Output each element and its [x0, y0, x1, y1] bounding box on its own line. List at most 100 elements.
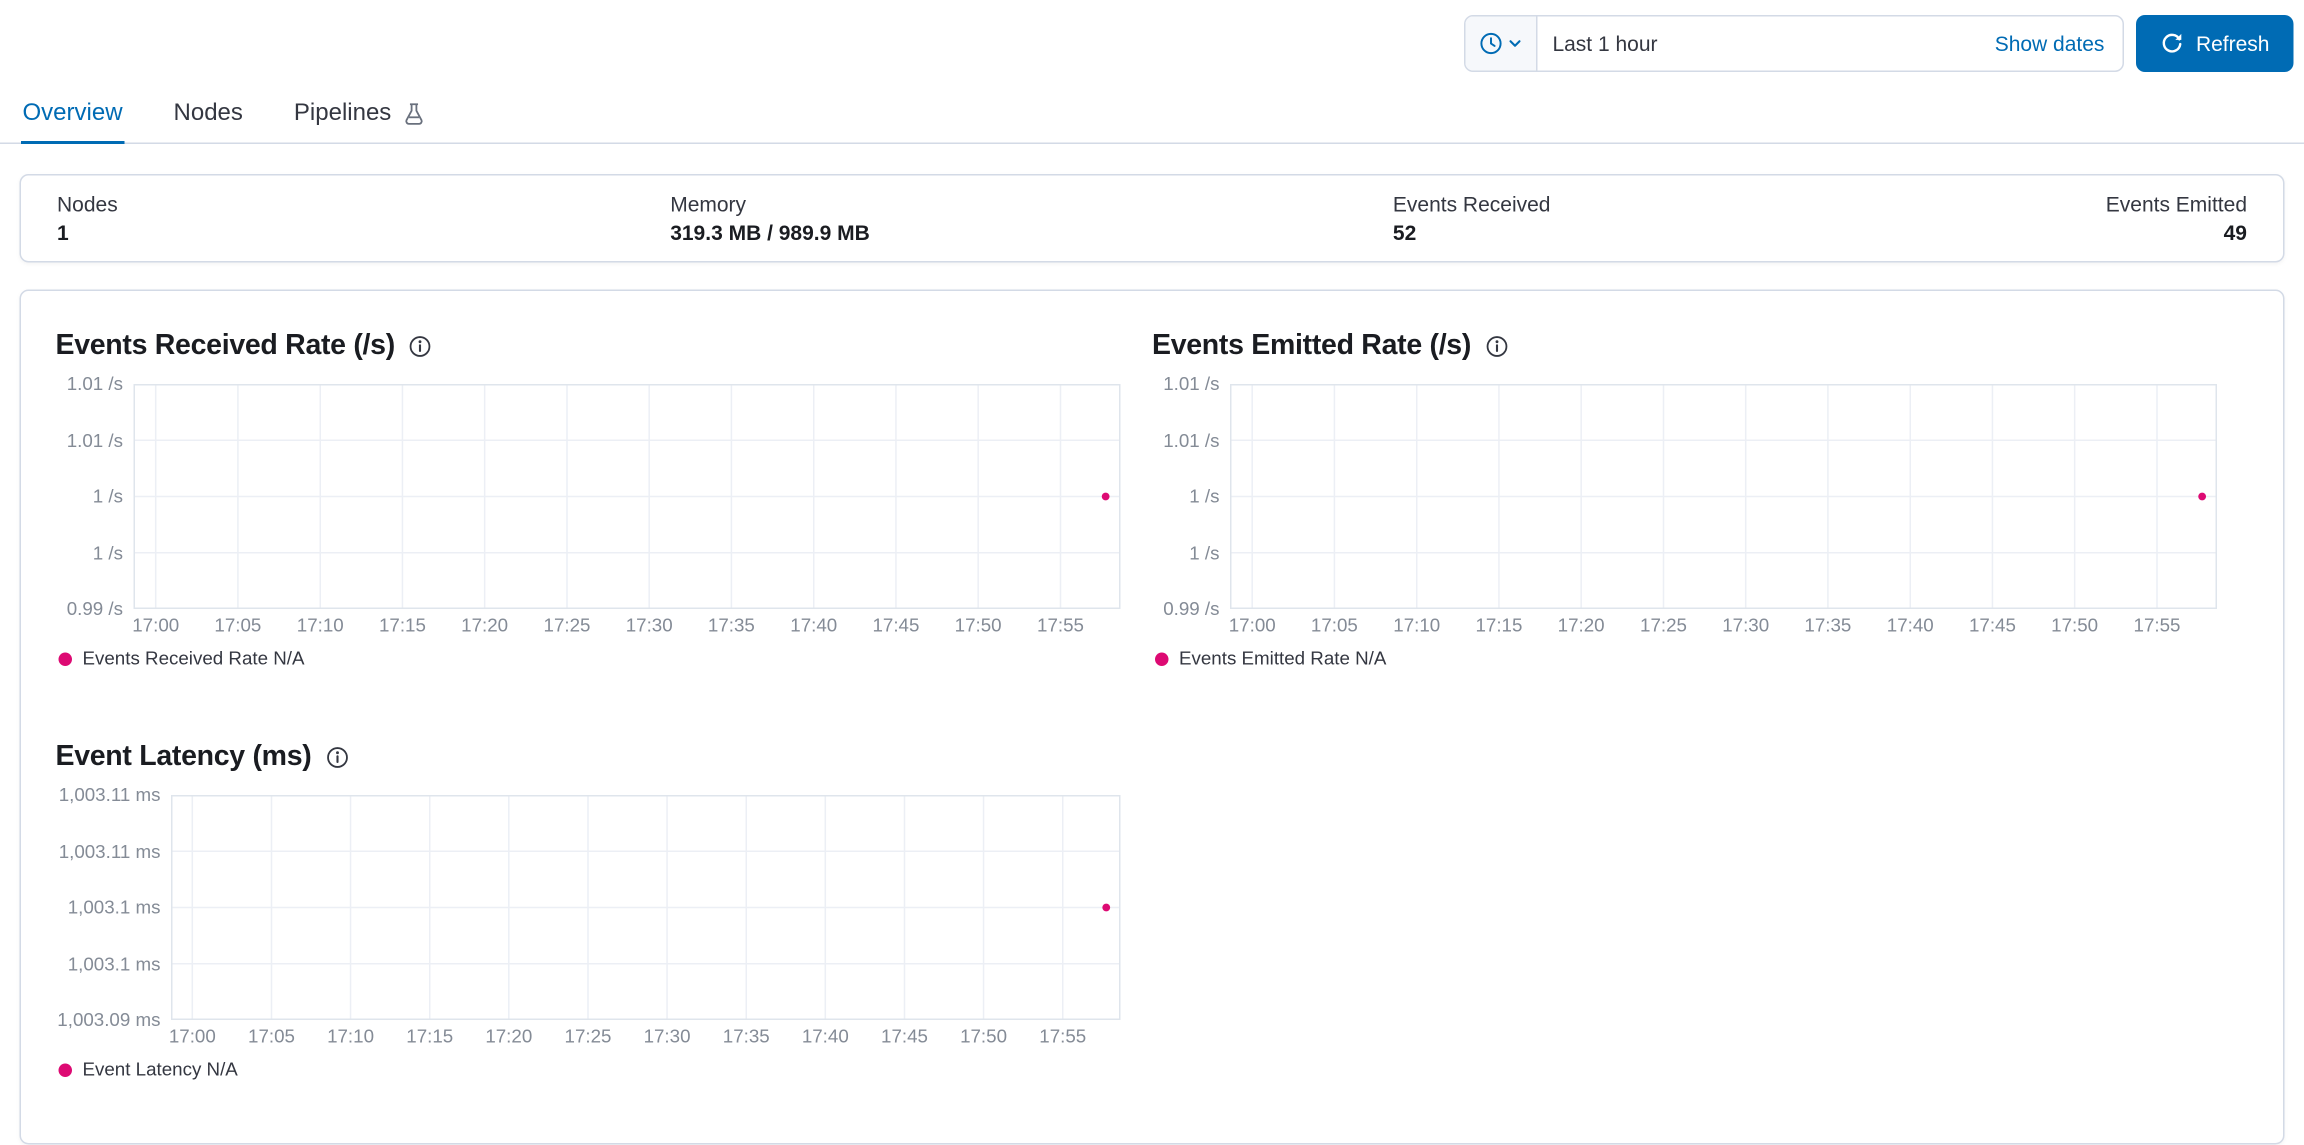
x-axis-label: 17:00 [132, 615, 180, 636]
x-axis-label: 17:05 [248, 1026, 295, 1047]
beaker-icon [402, 102, 426, 126]
chart-header: Event Latency (ms) [56, 741, 1153, 774]
x-axis-label: 17:10 [327, 1026, 374, 1047]
tab-nodes[interactable]: Nodes [172, 90, 244, 144]
x-axis-label: 17:40 [801, 1026, 849, 1047]
x-axis-label: 17:05 [1310, 615, 1358, 636]
x-axis-label: 17:40 [1886, 615, 1934, 636]
x-axis-label: 17:30 [643, 1026, 691, 1047]
logstash-overview-page: Last 1 hour Show dates Refresh Overview … [0, 0, 2304, 1145]
data-point [1102, 903, 1111, 912]
plot-area [1230, 384, 2217, 609]
chart-body: 1,003.11 ms 1,003.11 ms 1,003.1 ms 1,003.1 … [56, 785, 1153, 1050]
data-point [2198, 492, 2207, 501]
chart-header: Events Received Rate (/s) [56, 330, 1153, 363]
chart-event-latency: Event Latency (ms) 1,003.11 ms 1,003.11 m… [56, 741, 1153, 1107]
x-axis-label: 17:35 [722, 1026, 770, 1047]
query-bar: Last 1 hour Show dates Refresh [0, 0, 2304, 72]
x-axis-label: 17:25 [564, 1026, 612, 1047]
chevron-down-icon [1507, 36, 1522, 51]
x-axis-label: 17:50 [2051, 615, 2099, 636]
x-axis-label: 17:35 [1804, 615, 1852, 636]
plot-area [133, 384, 1121, 609]
y-axis-label: 1,003.11 ms [58, 840, 161, 862]
refresh-icon [2160, 32, 2184, 56]
x-axis-label: 17:25 [543, 615, 591, 636]
plot-wrap: 17:00 17:05 17:10 17:15 17:20 17:25 17:30 17:35… [1229, 384, 2217, 639]
info-icon[interactable] [325, 746, 349, 770]
x-axis-label: 17:20 [461, 615, 509, 636]
tab-overview[interactable]: Overview [21, 90, 125, 144]
x-axis-label: 17:30 [1722, 615, 1770, 636]
y-axis-label: 1,003.1 ms [67, 953, 161, 975]
refresh-button-label: Refresh [2195, 31, 2270, 56]
date-range-value[interactable]: Last 1 hour [1537, 32, 1976, 56]
stat-label: Nodes [57, 192, 118, 216]
show-dates-button[interactable]: Show dates [1977, 32, 2123, 56]
x-axis-label: 17:55 [1039, 1026, 1087, 1047]
x-axis: 17:00 17:05 17:10 17:15 17:20 17:25 17:30 17:35… [1229, 609, 2217, 639]
stat-memory: Memory 319.3 MB / 989.9 MB [670, 192, 1393, 245]
stat-label: Memory [670, 192, 747, 216]
chart-title: Event Latency (ms) [55, 741, 312, 773]
x-axis: 17:00 17:05 17:10 17:15 17:20 17:25 17:30 17:35… [169, 1020, 1121, 1050]
y-axis-label: 1 /s [92, 542, 123, 564]
chart-body: 1.01 /s 1.01 /s 1 /s 1 /s 0.99 /s 17:00 17:05… [1152, 374, 2249, 639]
data-point [1101, 492, 1110, 501]
x-axis-label: 17:45 [1968, 615, 2016, 636]
x-axis-label: 17:50 [954, 615, 1002, 636]
stat-events-emitted: Events Emitted 49 [2106, 192, 2247, 245]
legend[interactable]: Event Latency N/A [58, 1059, 1153, 1080]
x-axis-label: 17:50 [960, 1026, 1007, 1047]
super-date-picker: Last 1 hour Show dates [1463, 15, 2124, 72]
stat-nodes: Nodes 1 [57, 192, 670, 245]
y-axis-label: 1.01 /s [66, 373, 123, 395]
legend-label: Events Emitted Rate N/A [1179, 648, 1387, 669]
x-axis-label: 17:45 [881, 1026, 928, 1047]
date-quick-select-button[interactable] [1465, 16, 1538, 71]
y-axis-label: 1,003.1 ms [67, 897, 161, 918]
x-axis-label: 17:15 [378, 615, 426, 636]
stat-label: Events Emitted [2105, 192, 2247, 216]
chart-events-emitted-rate: Events Emitted Rate (/s) 1.01 /s 1.01 /s 1… [1152, 330, 2249, 696]
charts-panel: Events Received Rate (/s) 1.01 /s 1.01 /s… [19, 289, 2285, 1145]
legend-label: Event Latency N/A [82, 1059, 238, 1080]
x-axis-label: 17:15 [406, 1026, 454, 1047]
legend-label: Events Received Rate N/A [82, 648, 305, 669]
y-axis-label: 1 /s [1189, 486, 1220, 507]
stat-label: Events Received [1392, 192, 1551, 216]
legend-dot-icon [58, 1062, 72, 1077]
y-axis-label: 1.01 /s [66, 429, 123, 451]
y-axis-label: 1 /s [1189, 542, 1220, 564]
legend[interactable]: Events Emitted Rate N/A [1155, 648, 2249, 669]
x-axis-label: 17:05 [214, 615, 262, 636]
info-icon[interactable] [1485, 335, 1509, 359]
plot-wrap: 17:00 17:05 17:10 17:15 17:20 17:25 17:30 17:35… [169, 795, 1121, 1050]
stat-value: 1 [57, 220, 69, 245]
plot-area [171, 795, 1121, 1020]
plot-wrap: 17:00 17:05 17:10 17:15 17:20 17:25 17:30 17:35… [132, 384, 1121, 639]
cluster-stats-panel: Nodes 1 Memory 319.3 MB / 989.9 MB Event… [19, 174, 2285, 263]
y-axis-label: 1.01 /s [1163, 429, 1220, 451]
x-axis-label: 17:10 [296, 615, 344, 636]
tab-pipelines[interactable]: Pipelines [292, 90, 427, 144]
y-axis: 1.01 /s 1.01 /s 1 /s 1 /s 0.99 /s [1152, 374, 1230, 620]
x-axis-label: 17:20 [1557, 615, 1605, 636]
legend[interactable]: Events Received Rate N/A [58, 648, 1153, 669]
x-axis-label: 17:00 [168, 1026, 216, 1047]
refresh-button[interactable]: Refresh [2135, 15, 2294, 72]
y-axis-label: 1,003.09 ms [57, 1009, 161, 1031]
stat-value: 52 [1392, 220, 1417, 245]
y-axis-label: 1.01 /s [1163, 373, 1220, 395]
stat-events-received: Events Received 52 [1393, 192, 2106, 245]
tab-overview-label: Overview [22, 100, 123, 127]
y-axis-label: 1,003.11 ms [58, 784, 161, 806]
chart-body: 1.01 /s 1.01 /s 1 /s 1 /s 0.99 /s 17:00 17:05… [56, 374, 1153, 639]
x-axis-label: 17:55 [2133, 615, 2181, 636]
x-axis-label: 17:25 [1640, 615, 1687, 636]
x-axis-label: 17:00 [1228, 615, 1276, 636]
x-axis-label: 17:45 [872, 615, 920, 636]
x-axis-label: 17:20 [485, 1026, 533, 1047]
info-icon[interactable] [408, 335, 432, 359]
chart-title: Events Emitted Rate (/s) [1152, 330, 1472, 362]
